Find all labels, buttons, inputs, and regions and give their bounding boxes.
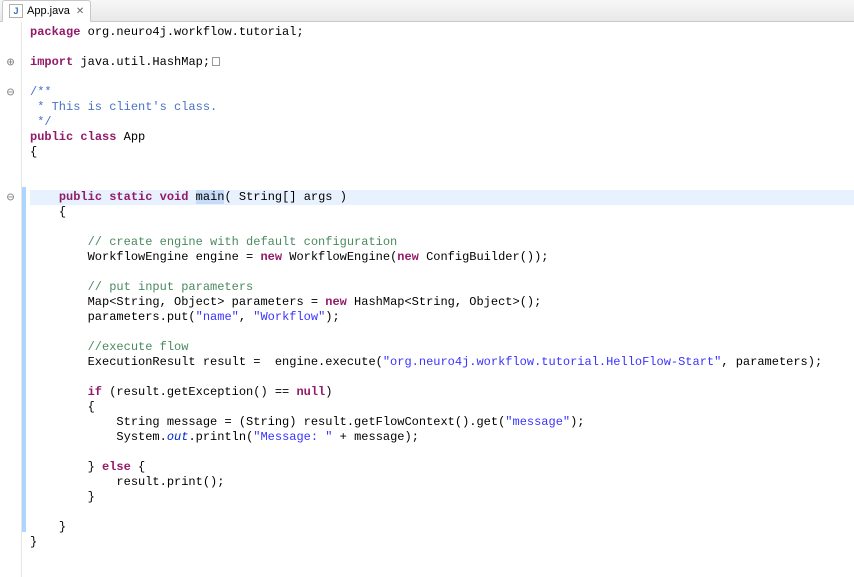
gutter-row [0,70,21,85]
code-line [30,40,854,55]
code-line: parameters.put("name", "Workflow"); [30,310,854,325]
gutter-row [0,25,21,40]
code-line: } [30,490,854,505]
code-line: public class App [30,130,854,145]
tab-filename: App.java [27,5,70,17]
code-line: { [30,400,854,415]
code-line: ExecutionResult result = engine.execute(… [30,355,854,370]
gutter[interactable] [0,22,22,577]
gutter-row [0,175,21,190]
file-tab[interactable]: App.java ✕ [2,0,91,22]
code-line: // create engine with default configurat… [30,235,854,250]
code-line: } [30,520,854,535]
method-name-selection: main [196,190,225,204]
gutter-row [0,145,21,160]
code-line: result.print(); [30,475,854,490]
code-line: */ [30,115,854,130]
fold-expand-icon[interactable] [0,55,21,70]
java-file-icon [9,4,23,18]
change-marker [22,187,26,532]
code-line: import java.util.HashMap; [30,55,854,70]
gutter-row [0,130,21,145]
editor-tab-bar: App.java ✕ [0,0,854,22]
code-line: // put input parameters [30,280,854,295]
code-line: Map<String, Object> parameters = new Has… [30,295,854,310]
fold-collapse-icon[interactable] [0,85,21,100]
gutter-row [0,115,21,130]
code-line: if (result.getException() == null) [30,385,854,400]
code-line: //execute flow [30,340,854,355]
code-line: package org.neuro4j.workflow.tutorial; [30,25,854,40]
fold-collapse-icon[interactable] [0,190,21,205]
code-line: { [30,205,854,220]
code-line [30,505,854,520]
gutter-row [0,100,21,115]
code-line: /** [30,85,854,100]
code-line [30,445,854,460]
code-line [30,160,854,175]
code-line [30,175,854,190]
code-line: System.out.println("Message: " + message… [30,430,854,445]
code-line: } [30,535,854,550]
folded-imports-icon[interactable] [212,57,220,66]
code-area[interactable]: package org.neuro4j.workflow.tutorial; i… [22,22,854,577]
gutter-row [0,160,21,175]
code-line [30,325,854,340]
code-line [30,70,854,85]
code-line [30,220,854,235]
code-line [30,370,854,385]
code-line-current: public static void main( String[] args ) [30,190,854,205]
code-line: { [30,145,854,160]
code-line: WorkflowEngine engine = new WorkflowEngi… [30,250,854,265]
gutter-row [0,40,21,55]
close-icon[interactable]: ✕ [76,6,84,17]
code-line: String message = (String) result.getFlow… [30,415,854,430]
editor-container: package org.neuro4j.workflow.tutorial; i… [0,22,854,577]
code-line: } else { [30,460,854,475]
code-line: * This is client's class. [30,100,854,115]
code-line [30,265,854,280]
